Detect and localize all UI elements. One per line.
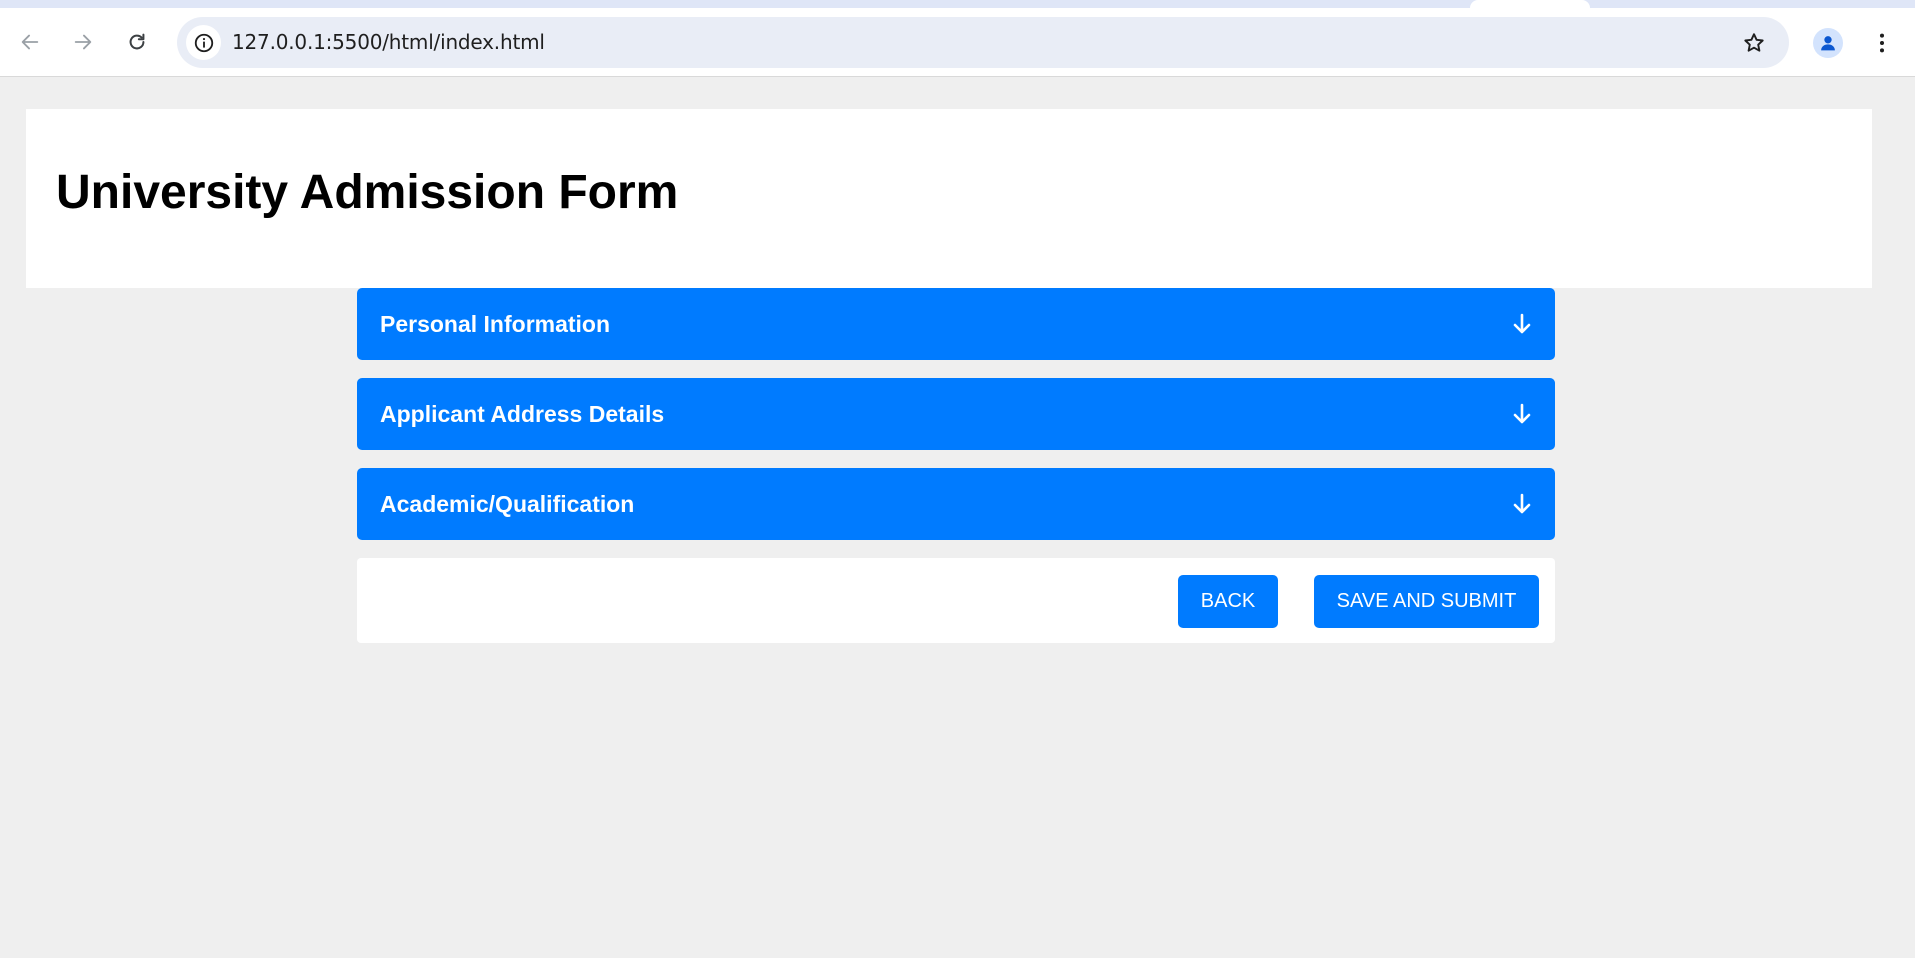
accordion-label: Applicant Address Details [380,401,665,427]
tab-strip [0,0,1915,8]
form-actions-panel: BACK SAVE AND SUBMIT [357,558,1555,643]
page-header: University Admission Form [26,109,1872,288]
star-icon[interactable] [1741,30,1767,56]
save-and-submit-button[interactable]: SAVE AND SUBMIT [1314,575,1539,628]
reload-icon[interactable] [123,28,151,56]
accordion-academic-qualification[interactable]: Academic/Qualification [357,468,1555,540]
address-bar[interactable]: 127.0.0.1:5500/html/index.html [177,17,1789,68]
more-menu-icon[interactable] [1870,28,1894,58]
active-tab[interactable] [1470,0,1590,8]
back-icon[interactable] [16,28,44,56]
accordion-applicant-address-details[interactable]: Applicant Address Details [357,378,1555,450]
accordion-label: Personal Information [380,311,611,337]
browser-toolbar: 127.0.0.1:5500/html/index.html [0,8,1915,77]
accordion-label: Academic/Qualification [380,491,635,517]
accordion-personal-information[interactable]: Personal Information [357,288,1555,360]
arrow-down-icon[interactable] [1509,311,1535,337]
forward-icon[interactable] [69,28,97,56]
site-info-icon[interactable] [186,25,221,60]
arrow-down-icon[interactable] [1509,401,1535,427]
back-button[interactable]: BACK [1178,575,1278,628]
url-text[interactable]: 127.0.0.1:5500/html/index.html [232,17,545,68]
profile-avatar-icon[interactable] [1813,28,1843,58]
arrow-down-icon[interactable] [1509,491,1535,517]
page-title: University Admission Form [56,166,679,219]
